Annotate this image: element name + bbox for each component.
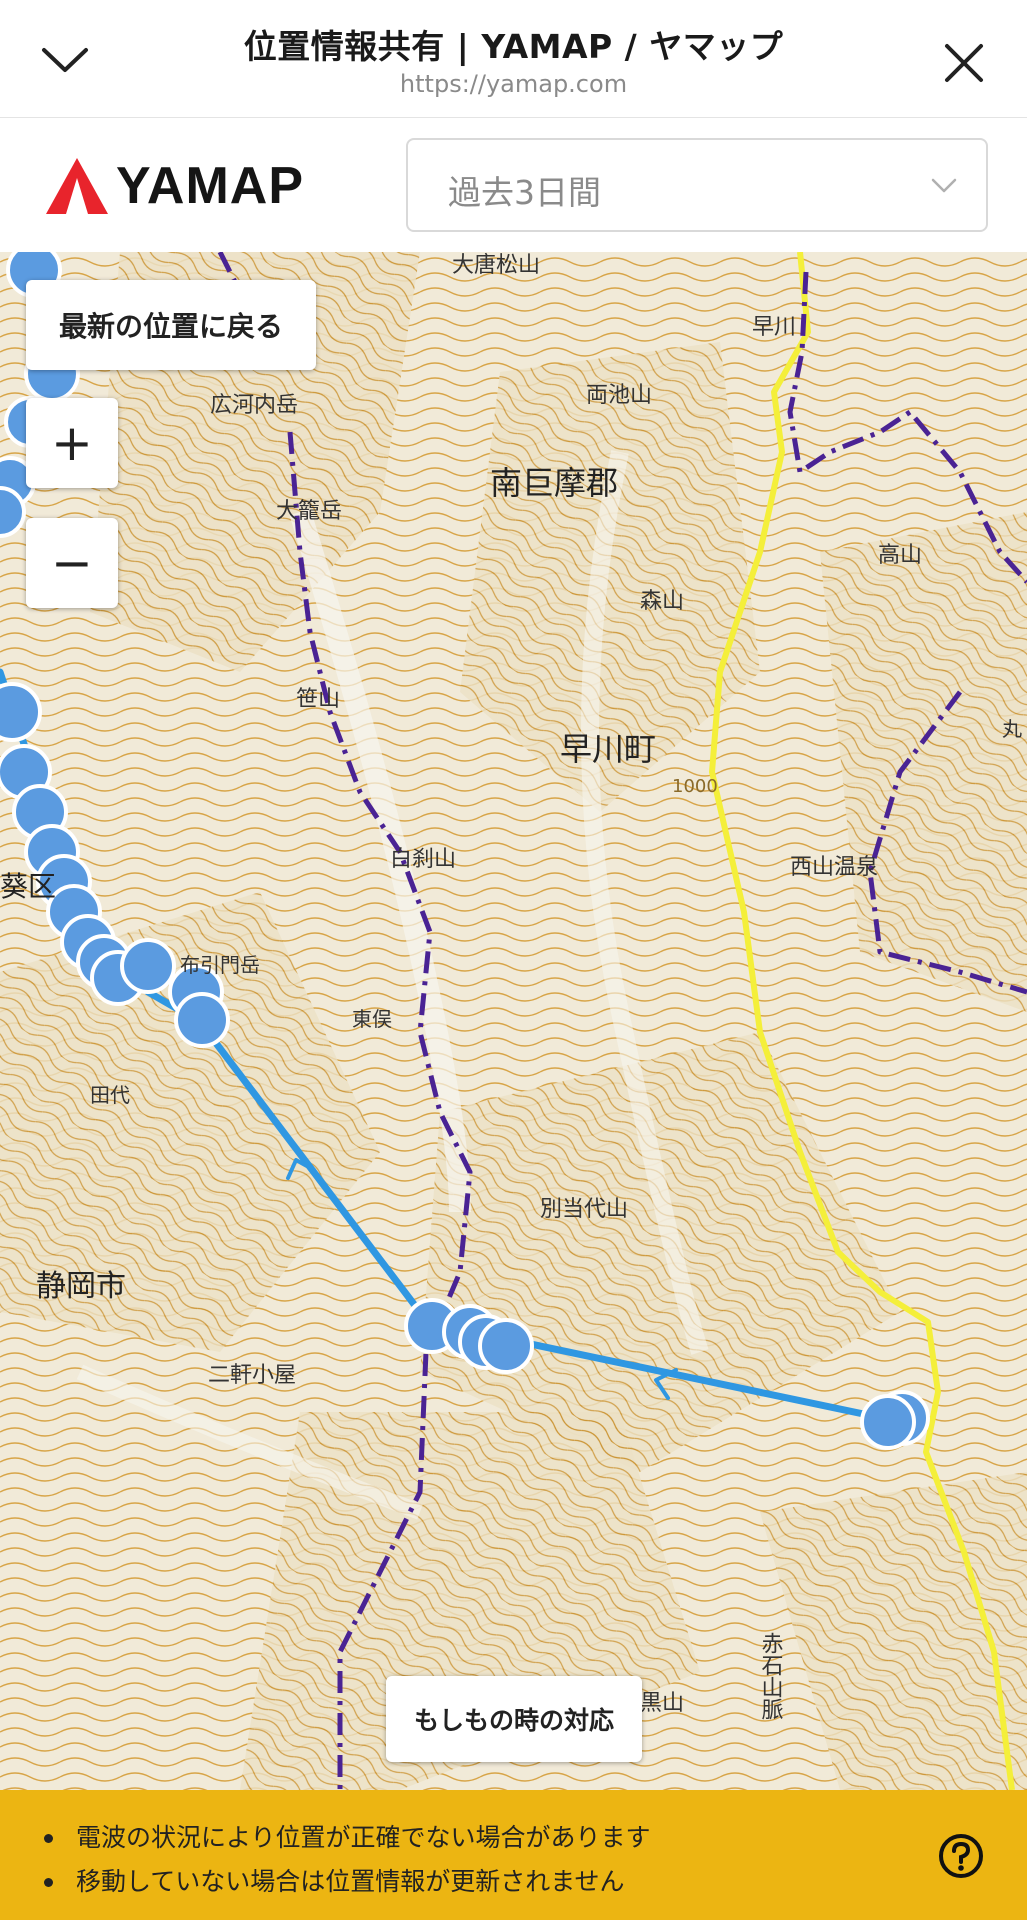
notice-item: 電波の状況により位置が正確でない場合があります: [40, 1816, 651, 1860]
zoom-in-button[interactable]: +: [26, 398, 118, 488]
track-point: [174, 992, 230, 1048]
browser-title: 位置情報共有 | YAMAP / ヤマップ: [243, 27, 784, 66]
track-point: [0, 682, 42, 742]
app-root: 位置情報共有 | YAMAP / ヤマップ https://yamap.com …: [0, 0, 1027, 1920]
map-canvas[interactable]: 大唐松山 早川 両池山 広河内岳 南巨摩郡 大籠岳 高山 森山 笹山 早川町 1…: [0, 252, 1027, 1790]
map-label: 1000: [672, 776, 718, 797]
return-to-latest-button[interactable]: 最新の位置に戻る: [26, 280, 316, 370]
map-label: 丸: [1002, 717, 1022, 741]
notice-banner: 電波の状況により位置が正確でない場合があります 移動していない場合は位置情報が更…: [0, 1790, 1027, 1920]
track-point: [860, 1394, 916, 1450]
map-label: 大籠岳: [276, 499, 342, 524]
track-point: [478, 1318, 534, 1374]
map-view[interactable]: 大唐松山 早川 両池山 広河内岳 南巨摩郡 大籠岳 高山 森山 笹山 早川町 1…: [0, 252, 1027, 1790]
map-label: 高山: [878, 543, 922, 568]
map-label: 白刹山: [390, 847, 456, 872]
browser-url: https://yamap.com: [399, 70, 628, 98]
map-label: 東俣: [352, 1007, 392, 1031]
map-label: 両池山: [586, 383, 652, 408]
browser-bar: 位置情報共有 | YAMAP / ヤマップ https://yamap.com: [0, 0, 1027, 118]
map-label: 広河内岳: [210, 393, 298, 418]
close-icon[interactable]: [941, 40, 987, 86]
emergency-guide-button[interactable]: もしもの時の対応: [386, 1676, 642, 1762]
map-label: 笹山: [296, 687, 340, 712]
track-point: [120, 938, 176, 994]
map-label: 大唐松山: [452, 253, 540, 278]
map-label: 葵区: [0, 870, 56, 903]
help-circle-icon[interactable]: [937, 1832, 985, 1880]
map-label: 黒山: [640, 1691, 684, 1716]
period-select[interactable]: 過去3日間: [406, 138, 988, 232]
map-label: 森山: [640, 589, 684, 614]
chevron-down-icon: [931, 178, 957, 193]
map-label: 別当代山: [540, 1197, 628, 1222]
yamap-logo-icon: [46, 158, 108, 214]
map-label: 田代: [90, 1083, 130, 1107]
map-label: 早川: [752, 315, 796, 340]
map-label: 南巨摩郡: [490, 464, 618, 502]
yamap-logo[interactable]: YAMAP: [44, 154, 304, 218]
app-header: YAMAP 過去3日間: [0, 118, 1027, 252]
period-select-value: 過去3日間: [448, 173, 601, 212]
map-label: 西山温泉: [790, 855, 878, 880]
notice-item: 移動していない場合は位置情報が更新されません: [40, 1860, 651, 1904]
map-label: 布引門岳: [180, 953, 260, 977]
zoom-out-button[interactable]: −: [26, 518, 118, 608]
map-label: 赤石山脈: [758, 1632, 784, 1720]
map-label: 早川町: [560, 730, 656, 768]
notice-list: 電波の状況により位置が正確でない場合があります 移動していない場合は位置情報が更…: [40, 1816, 651, 1904]
map-label: 二軒小屋: [208, 1363, 296, 1388]
logo-text: YAMAP: [116, 157, 305, 215]
map-label: 静岡市: [36, 1269, 126, 1304]
